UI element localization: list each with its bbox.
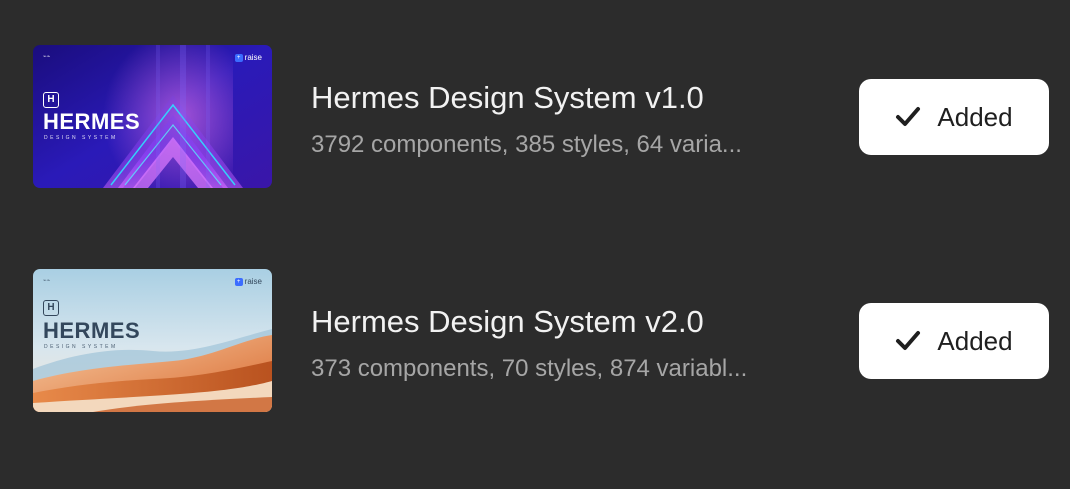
thumbnail-brand-label: raise: [244, 277, 262, 286]
library-title: Hermes Design System v2.0: [311, 304, 704, 339]
thumbnail-brand: + raise: [234, 277, 262, 287]
library-title: Hermes Design System v1.0: [311, 80, 704, 115]
added-button[interactable]: Added: [859, 303, 1049, 379]
thumbnail-brand: + raise: [234, 53, 262, 63]
thumbnail-brand-label: raise: [244, 53, 262, 62]
library-description: 3792 components, 385 styles, 64 varia...: [311, 131, 742, 158]
thumbnail-logo-icon: H: [43, 92, 59, 108]
brand-badge-icon: +: [234, 54, 243, 62]
library-item[interactable]: ⌁⌁ + raise H HERMES DESIGN SYSTEM Hermes…: [0, 266, 1070, 416]
added-button[interactable]: Added: [859, 79, 1049, 155]
added-button-label: Added: [937, 102, 1013, 132]
brand-badge-icon: +: [234, 278, 243, 286]
checkmark-icon: [896, 331, 921, 350]
thumbnail-logo-icon: H: [43, 300, 59, 316]
thumbnail-title: HERMES: [43, 109, 141, 134]
library-list: ⌁⌁ + raise H HERMES DESIGN SYSTEM Hermes…: [0, 0, 1070, 489]
library-thumbnail: ⌁⌁ + raise H HERMES DESIGN SYSTEM: [33, 45, 272, 188]
added-button-label: Added: [937, 326, 1013, 356]
thumbnail-corner-mark: ⌁⌁: [43, 278, 51, 284]
library-thumbnail: ⌁⌁ + raise H HERMES DESIGN SYSTEM: [33, 269, 272, 412]
thumbnail-corner-mark: ⌁⌁: [43, 54, 51, 60]
thumbnail-title: HERMES: [43, 318, 141, 343]
checkmark-icon: [896, 107, 921, 126]
library-description: 373 components, 70 styles, 874 variabl..…: [311, 355, 748, 382]
library-item[interactable]: ⌁⌁ + raise H HERMES DESIGN SYSTEM Hermes…: [0, 42, 1070, 192]
thumbnail-subtitle: DESIGN SYSTEM: [44, 135, 118, 141]
thumbnail-subtitle: DESIGN SYSTEM: [44, 344, 118, 350]
